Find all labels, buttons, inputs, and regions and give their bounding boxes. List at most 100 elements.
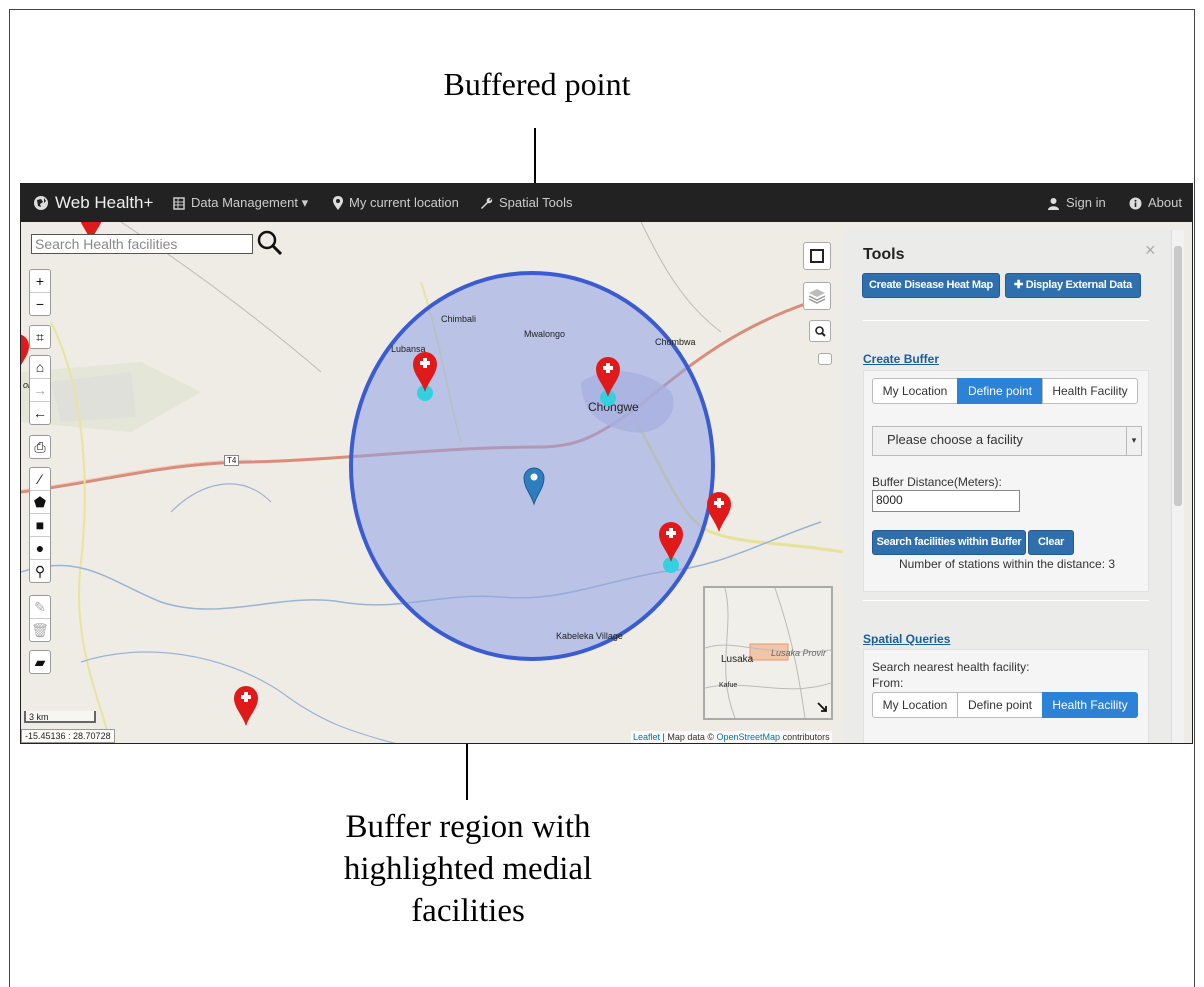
draw-polyline-icon[interactable]: ⁄ [30,468,50,491]
navigation-control: ⌂ → ← [29,355,51,425]
open-file-control: ▰ [29,650,51,674]
buffer-distance-label: Buffer Distance(Meters): [872,475,1002,489]
home-icon[interactable]: ⌂ [30,356,50,379]
create-buffer-well: My Location Define point Health Facility… [863,370,1149,592]
divider [863,320,1149,321]
back-arrow-icon[interactable]: ← [30,402,50,424]
leaflet-link[interactable]: Leaflet [633,732,660,742]
place-chimbali: Chimbali [441,314,477,324]
top-navbar: Web Health+ Data Management ▾ My current… [21,184,1192,222]
nav-spatial-tools-label: Spatial Tools [499,195,573,210]
draw-rectangle-icon[interactable]: ■ [30,514,50,537]
display-external-data-button[interactable]: ✚ Display External Data [1005,273,1141,298]
panel-scrollbar[interactable] [1171,230,1184,743]
caption-line-3: facilities [411,893,525,929]
caption-line-2: highlighted medial [343,851,593,887]
brand-link[interactable]: Web Health+ [33,184,153,222]
facility-select[interactable]: Please choose a facility ▾ [872,426,1142,456]
forward-arrow-icon[interactable]: → [30,379,50,402]
road-label-t4: T4 [224,455,240,466]
search-icon[interactable] [257,230,283,256]
place-kabeleka: Kabeleka Village [556,631,623,641]
draw-circle-icon[interactable]: ● [30,537,50,560]
map-search-icon[interactable] [809,320,831,342]
user-icon [1048,197,1059,210]
map-marker-icon [333,196,343,210]
wrench-icon [481,197,493,209]
minimap-toggle-icon[interactable] [817,702,827,712]
minimap-province: Lusaka Provir [771,648,827,658]
place-lubansa: Lubansa [391,344,426,354]
folder-open-icon[interactable]: ▰ [30,651,50,673]
search-within-buffer-button[interactable]: Search facilities within Buffer [872,530,1026,555]
facility-search-input[interactable]: Search Health facilities [31,234,253,254]
draw-polygon-icon[interactable]: ⬟ [30,491,50,514]
draw-marker-icon[interactable]: ⚲ [30,560,50,582]
edit-toolbar: ✎ 🗑 [29,595,51,642]
crop-control: ⌗ [29,325,51,349]
clear-button[interactable]: Clear [1028,530,1074,555]
place-chongwe: Chongwe [588,400,639,414]
globe-icon [34,196,48,210]
minimap-lusaka: Lusaka [721,654,754,665]
crop-icon[interactable]: ⌗ [30,326,50,348]
nav-data-management[interactable]: Data Management ▾ [173,184,308,222]
map-attribution: Leaflet | Map data © OpenStreetMap contr… [631,731,832,743]
nav-about-label: About [1148,195,1182,210]
zoom-out-button[interactable]: − [30,293,50,315]
mouse-coordinates: -15.45136 : 28.70728 [21,729,115,743]
trash-icon[interactable]: 🗑 [30,619,50,641]
query-seg-define-point[interactable]: Define point [957,692,1043,718]
zoom-in-button[interactable]: + [30,270,50,293]
buffer-seg-health-facility[interactable]: Health Facility [1042,378,1138,404]
create-buffer-heading[interactable]: Create Buffer [863,352,939,366]
print-icon[interactable]: ⎙ [30,436,50,458]
attribution-sep: | Map data © [660,732,717,742]
toggle-indicator[interactable] [818,353,832,365]
create-heat-map-button[interactable]: Create Disease Heat Map [862,273,1000,298]
buffer-distance-input[interactable]: 8000 [872,490,1020,512]
table-icon [173,196,185,210]
scrollbar-thumb[interactable] [1174,246,1182,506]
info-icon [1129,197,1142,209]
chevron-down-icon: ▾ [1126,427,1141,455]
nav-about[interactable]: About [1129,184,1182,222]
buffer-seg-define-point[interactable]: Define point [957,378,1043,404]
divider [863,600,1149,601]
nav-data-management-label: Data Management ▾ [191,195,309,210]
print-control: ⎙ [29,435,51,459]
nav-sign-in[interactable]: Sign in [1047,184,1106,222]
overview-minimap[interactable]: Lusaka Lusaka Provir Kafue [703,586,833,720]
close-icon[interactable]: × [1145,240,1156,261]
layers-icon[interactable] [803,282,831,310]
spatial-queries-well: Search nearest health facility: From: My… [863,649,1149,743]
tools-panel: Tools × Create Disease Heat Map ✚ Displa… [843,230,1179,743]
buffer-seg-my-location[interactable]: My Location [872,378,958,404]
spatial-queries-heading[interactable]: Spatial Queries [863,632,950,646]
minimap-kafue: Kafue [719,682,738,689]
nav-my-current-location[interactable]: My current location [333,184,459,222]
zoom-control: + − [29,269,51,316]
caption-line-1: Buffer region with [345,809,591,845]
brand-label: Web Health+ [55,193,154,212]
stations-count-text: Number of stations within the distance: … [898,557,1116,571]
query-seg-my-location[interactable]: My Location [872,692,958,718]
web-health-app: Web Health+ Data Management ▾ My current… [20,183,1193,744]
display-external-data-label: Display External Data [1025,279,1133,291]
buffer-region-caption: Buffer region with highlighted medial fa… [300,806,636,932]
query-seg-health-facility[interactable]: Health Facility [1042,692,1138,718]
map-canvas[interactable]: Chimbali Mwalongo Chombwa Lubansa Chongw… [21,222,1192,743]
attribution-tail: contributors [780,732,830,742]
nav-spatial-tools[interactable]: Spatial Tools [479,184,572,222]
fullscreen-icon[interactable] [803,242,831,270]
osm-link[interactable]: OpenStreetMap [717,732,781,742]
plus-icon: ✚ [1014,279,1026,291]
edit-icon[interactable]: ✎ [30,596,50,619]
tools-panel-title: Tools [863,246,905,263]
place-chombwa: Chombwa [655,337,696,347]
draw-toolbar: ⁄ ⬟ ■ ● ⚲ [29,467,51,583]
scale-bar: 3 km [24,711,96,723]
nearest-facility-prompt: Search nearest health facility: [872,660,1030,674]
facility-select-value: Please choose a facility [887,432,1023,447]
place-mwalongo: Mwalongo [524,329,566,339]
